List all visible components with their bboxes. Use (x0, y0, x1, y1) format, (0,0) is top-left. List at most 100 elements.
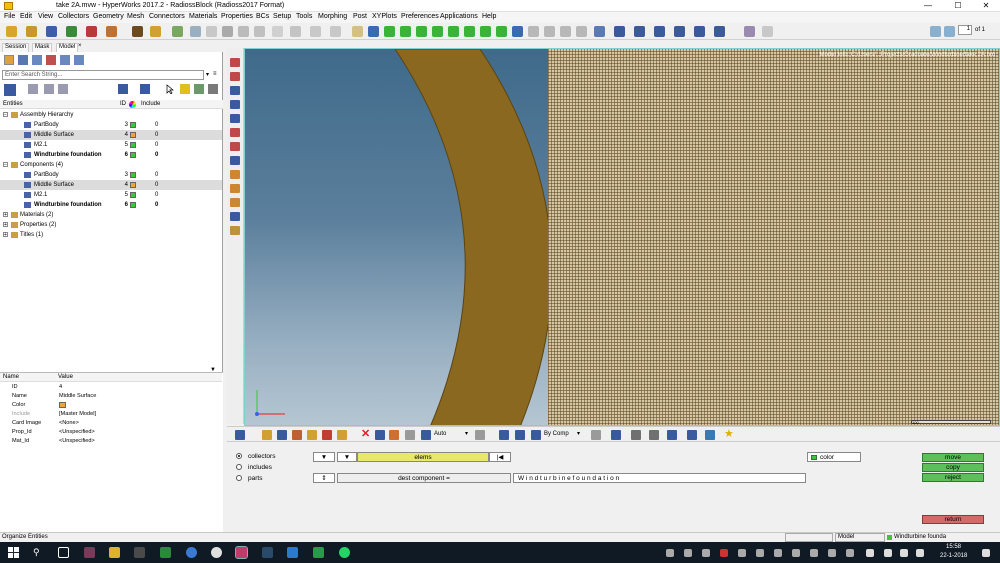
copy-view-icon[interactable] (190, 26, 201, 37)
view-iso-icon[interactable] (634, 26, 645, 37)
file-explorer-icon[interactable] (109, 547, 120, 558)
expand-icon[interactable]: + (3, 232, 8, 238)
chevron-up-icon[interactable] (866, 549, 874, 557)
highlight-icon[interactable] (180, 84, 190, 94)
page-number-field[interactable]: 1 (958, 25, 972, 35)
animate-icon[interactable] (254, 26, 265, 37)
color-by-icon[interactable] (531, 430, 541, 440)
expand-icon[interactable]: + (3, 212, 8, 218)
menu-connectors[interactable]: Connectors (149, 13, 185, 20)
export-icon[interactable] (86, 26, 97, 37)
wifi-icon[interactable] (900, 549, 908, 557)
menu-tools[interactable]: Tools (296, 13, 312, 20)
display-load-icon[interactable] (292, 430, 302, 440)
line-style-icon[interactable] (631, 430, 641, 440)
battery-icon[interactable] (884, 549, 892, 557)
nodes-icon[interactable] (230, 114, 240, 123)
menu-collectors[interactable]: Collectors (58, 13, 89, 20)
import-icon[interactable] (66, 26, 77, 37)
menu-bcs[interactable]: BCs (256, 13, 269, 20)
dest-component-field[interactable]: W i n d t u r b i n e f o u n d a t i o … (513, 473, 806, 483)
redo-icon[interactable] (762, 26, 773, 37)
color-swatch[interactable] (130, 182, 136, 188)
return-button[interactable]: return (922, 515, 984, 524)
entity-type-dropdown[interactable]: ▼ (313, 452, 335, 462)
browser-settings-icon[interactable] (60, 55, 70, 65)
geom-color-icon[interactable] (611, 430, 621, 440)
chrome-icon[interactable] (186, 547, 197, 558)
dest-type-toggle[interactable]: ⇕ (313, 473, 335, 483)
select-window-icon[interactable] (480, 26, 491, 37)
tree-item[interactable]: Windturbine foundation 6 0 (0, 150, 222, 160)
collapse-icon[interactable]: − (3, 112, 8, 118)
view-left-icon[interactable] (694, 26, 705, 37)
menu-edit[interactable]: Edit (20, 13, 32, 20)
menu-post[interactable]: Post (353, 13, 367, 20)
hyperworks-taskbar-icon[interactable] (235, 546, 248, 559)
paste-view-icon[interactable] (206, 26, 217, 37)
color-by-dropdown-icon[interactable]: ▾ (577, 430, 580, 437)
page-next-icon[interactable] (944, 26, 955, 37)
tree-item[interactable]: Middle Surface 4 0 (0, 180, 222, 190)
menu-preferences[interactable]: Preferences (401, 13, 439, 20)
select-polygon-icon[interactable] (400, 26, 411, 37)
record-icon[interactable] (238, 26, 249, 37)
menu-properties[interactable]: Properties (221, 13, 253, 20)
menu-applications[interactable]: Applications (440, 13, 478, 20)
viewport-icon[interactable] (705, 430, 715, 440)
color-swatch[interactable] (130, 192, 136, 198)
tree-item[interactable]: M2.1 5 0 (0, 140, 222, 150)
tab-model[interactable]: Model (56, 43, 79, 52)
close-button[interactable]: ✕ (972, 0, 1000, 12)
fit-model-icon[interactable] (594, 26, 605, 37)
tab-mask[interactable]: Mask (32, 43, 53, 52)
tree-folder[interactable]: − Components (4) (0, 160, 222, 170)
select-box-icon[interactable] (384, 26, 395, 37)
rotate-right-icon[interactable] (512, 26, 523, 37)
color-swatch[interactable] (130, 172, 136, 178)
menu-materials[interactable]: Materials (189, 13, 217, 20)
loads-icon[interactable] (230, 128, 240, 137)
tree-item[interactable]: Windturbine foundation 6 0 (0, 200, 222, 210)
menu-xyplots[interactable]: XYPlots (372, 13, 397, 20)
tray-app-icon-1[interactable] (666, 549, 674, 557)
numbers-icon[interactable] (230, 156, 240, 165)
shading-dropdown-icon[interactable]: ▾ (465, 430, 468, 437)
element-style-icon[interactable] (475, 430, 485, 440)
tray-app-icon-9[interactable] (810, 549, 818, 557)
property-value[interactable]: <Unspecified> (59, 428, 95, 437)
tray-app-icon-2[interactable] (684, 549, 692, 557)
maximize-button[interactable]: ☐ (944, 0, 972, 12)
shading-icon[interactable] (421, 430, 431, 440)
property-row[interactable]: Card Image <None> (0, 419, 222, 428)
measure-icon[interactable] (230, 226, 240, 235)
tray-app-icon-11[interactable] (846, 549, 854, 557)
entity-display-icon[interactable] (4, 84, 16, 96)
tree-item[interactable]: Middle Surface 4 0 (0, 130, 222, 140)
browser-expand-icon[interactable] (32, 55, 42, 65)
collapse-icon[interactable]: − (3, 162, 8, 168)
solid-icon[interactable] (515, 430, 525, 440)
property-row[interactable]: Mat_Id <Unspecified> (0, 437, 222, 446)
filter-icon[interactable]: ≡ (213, 71, 221, 79)
spin-icon[interactable] (576, 26, 587, 37)
tree-item[interactable]: PartBody 3 0 (0, 170, 222, 180)
tree-item[interactable]: PartBody 3 0 (0, 120, 222, 130)
color-by-value[interactable]: By Comp (544, 431, 569, 437)
copy-button[interactable]: copy (922, 463, 984, 472)
wireframe-icon[interactable] (499, 430, 509, 440)
systems-icon[interactable] (230, 142, 240, 151)
display-sys-icon[interactable] (307, 430, 317, 440)
menu-setup[interactable]: Setup (273, 13, 291, 20)
shading-mode-value[interactable]: Auto (434, 431, 446, 437)
graphics-viewport[interactable]: Model Info: C:/Users/...Projects/Graduat… (244, 48, 1000, 426)
tray-app-icon-3[interactable] (702, 549, 710, 557)
edge-icon[interactable] (287, 547, 298, 558)
taskbar-app-icon[interactable] (134, 547, 145, 558)
property-color-swatch[interactable] (59, 402, 66, 408)
menu-morphing[interactable]: Morphing (318, 13, 347, 20)
steam-icon[interactable] (262, 547, 273, 558)
matlab-icon[interactable] (313, 547, 324, 558)
select-line-icon[interactable] (448, 26, 459, 37)
tree-folder[interactable]: + Materials (2) (0, 210, 222, 220)
